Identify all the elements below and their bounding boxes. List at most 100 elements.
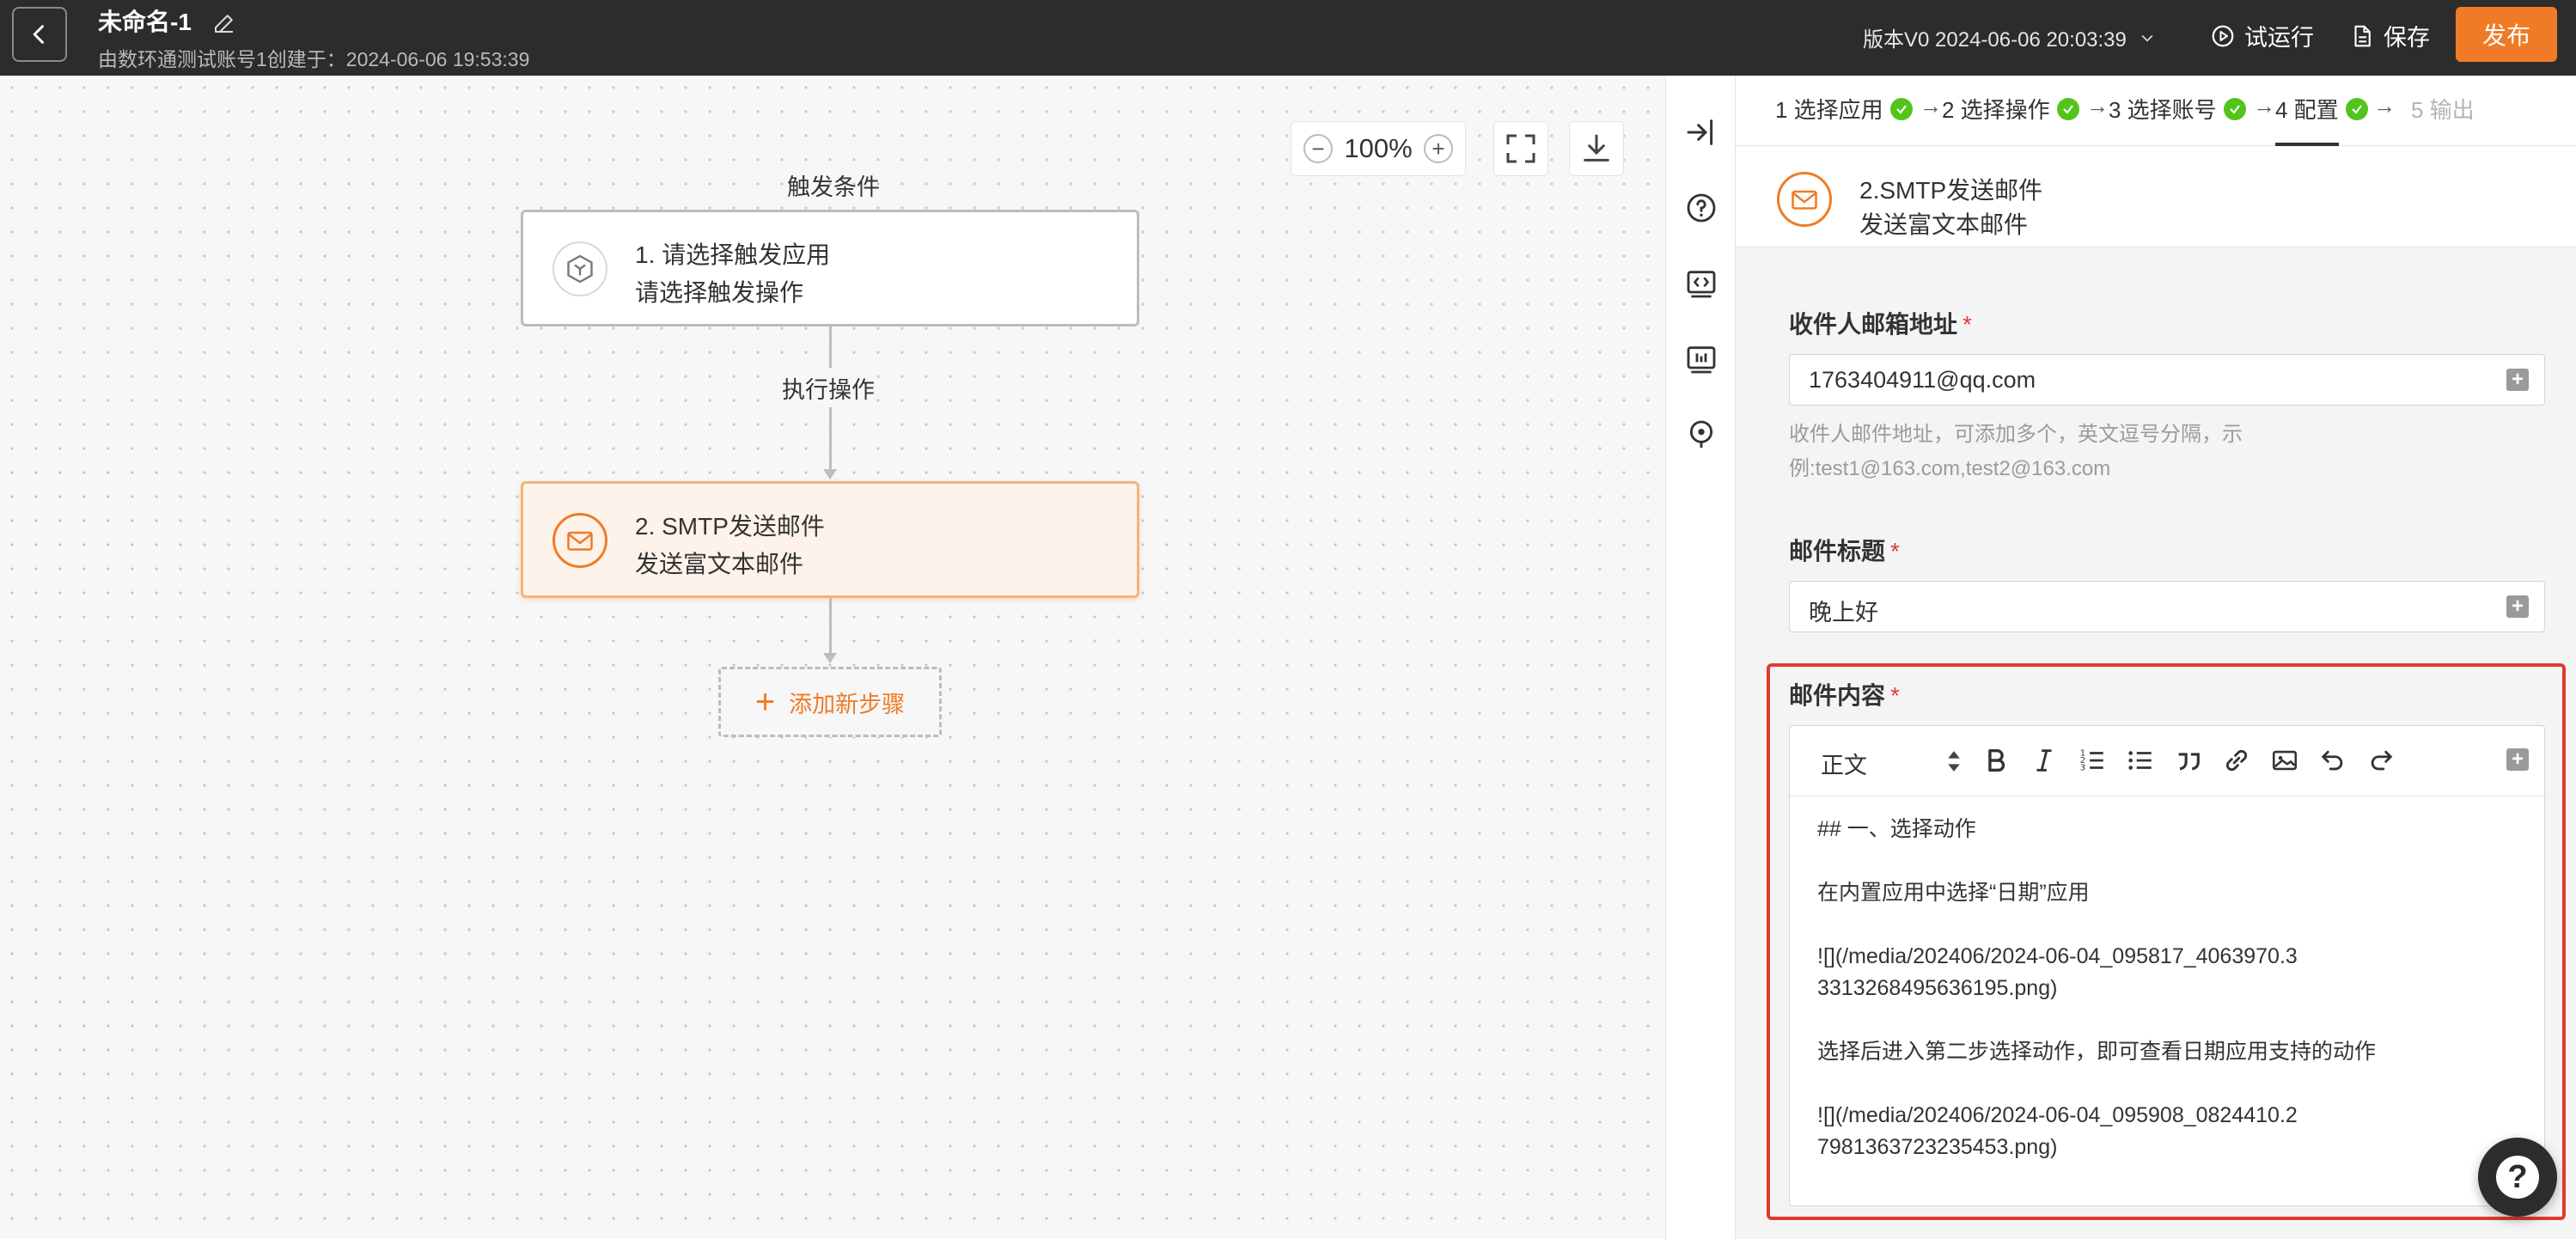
insert-variable-button[interactable]: + bbox=[2506, 748, 2529, 771]
insert-variable-button[interactable]: + bbox=[2506, 369, 2529, 391]
edit-icon[interactable] bbox=[211, 10, 237, 36]
trigger-node-title: 1. 请选择触发应用 bbox=[635, 241, 831, 268]
connector-arrow bbox=[823, 653, 837, 663]
location-icon bbox=[1689, 420, 1713, 448]
location-button[interactable] bbox=[1684, 418, 1718, 452]
created-info: 由数环通测试账号1创建于：2024-06-06 19:53:39 bbox=[98, 48, 530, 70]
text-format-select[interactable]: 正文 bbox=[1821, 747, 1867, 780]
zoom-out-button[interactable]: − bbox=[1303, 134, 1333, 163]
zoom-in-button[interactable]: + bbox=[1423, 134, 1453, 163]
download-icon bbox=[1584, 134, 1609, 162]
back-button[interactable] bbox=[12, 7, 67, 62]
minus-icon: − bbox=[1311, 136, 1325, 162]
save-label: 保存 bbox=[2384, 25, 2430, 51]
publish-button[interactable]: 发布 bbox=[2456, 7, 2557, 62]
check-icon bbox=[1889, 97, 1913, 120]
subject-label: 邮件标题 * bbox=[1789, 538, 1900, 565]
mail-icon bbox=[1792, 190, 1817, 210]
connector-arrow bbox=[823, 469, 837, 479]
action-title: 2.SMTP发送邮件 bbox=[1859, 177, 2043, 204]
recipient-label: 收件人邮箱地址 * bbox=[1789, 311, 1972, 338]
version-label: 版本V0 2024-06-06 20:03:39 bbox=[1863, 28, 2127, 52]
help-button[interactable] bbox=[1684, 191, 1718, 225]
required-mark: * bbox=[1963, 311, 1972, 338]
step-label: 3 选择账号 bbox=[2109, 97, 2217, 123]
save-button[interactable]: 保存 bbox=[2349, 19, 2430, 52]
add-step-label: 添加新步骤 bbox=[789, 691, 906, 717]
required-mark: * bbox=[1890, 538, 1900, 565]
step-label: 4 配置 bbox=[2275, 97, 2339, 123]
bullet-list-icon[interactable] bbox=[2125, 745, 2156, 776]
plus-icon: + bbox=[754, 683, 776, 721]
action-section-label: 执行操作 bbox=[780, 371, 876, 405]
step-output[interactable]: 5 输出 bbox=[2411, 93, 2475, 125]
trigger-node[interactable]: 1. 请选择触发应用 请选择触发操作 bbox=[521, 210, 1139, 327]
top-bar: 未命名-1 由数环通测试账号1创建于：2024-06-06 19:53:39 版… bbox=[0, 0, 2576, 76]
connector-line bbox=[829, 407, 832, 471]
quote-icon[interactable] bbox=[2173, 745, 2204, 776]
bold-icon[interactable] bbox=[1981, 745, 2011, 776]
redo-icon[interactable] bbox=[2365, 745, 2396, 776]
check-icon bbox=[2056, 97, 2079, 120]
connector-line bbox=[829, 598, 832, 655]
insert-variable-button[interactable]: + bbox=[2506, 595, 2529, 618]
trigger-app-icon bbox=[552, 241, 607, 296]
sort-arrows-icon[interactable] bbox=[1944, 747, 1963, 776]
check-icon bbox=[2223, 97, 2246, 120]
trial-run-button[interactable]: 试运行 bbox=[2210, 19, 2314, 52]
required-mark: * bbox=[1890, 682, 1900, 709]
action-header: 2.SMTP发送邮件 发送富文本邮件 bbox=[1736, 146, 2576, 247]
flow-canvas[interactable]: − 100% + 触发条件 1. 请选择触发应用 请选择触发操作 执行操作 2.… bbox=[0, 76, 1665, 1239]
italic-icon[interactable] bbox=[2029, 745, 2060, 776]
fullscreen-button[interactable] bbox=[1493, 121, 1548, 176]
ordered-list-icon[interactable]: 123 bbox=[2077, 745, 2108, 776]
undo-icon[interactable] bbox=[2317, 745, 2348, 776]
chevron-left-icon bbox=[33, 25, 44, 44]
step-config[interactable]: 4 配置 bbox=[2275, 93, 2368, 125]
help-icon bbox=[1687, 193, 1716, 223]
code-button[interactable] bbox=[1684, 266, 1718, 301]
download-button[interactable] bbox=[1569, 121, 1624, 176]
document-icon bbox=[2354, 25, 2371, 46]
subject-value: 晚上好 bbox=[1809, 600, 1878, 626]
help-chat-button[interactable]: ? bbox=[2478, 1138, 2557, 1217]
content-paragraph: ![](/media/202406/2024-06-04_095908_0824… bbox=[1817, 1103, 2298, 1159]
arrow-right-icon: → bbox=[2086, 93, 2109, 119]
fullscreen-icon bbox=[1506, 134, 1535, 163]
cube-icon bbox=[567, 254, 593, 284]
chart-icon bbox=[1687, 346, 1716, 374]
recipient-email-field[interactable]: 1763404911@qq.com + bbox=[1789, 354, 2545, 406]
play-icon bbox=[2212, 25, 2234, 46]
logs-button[interactable] bbox=[1684, 342, 1718, 376]
action-subtitle: 发送富文本邮件 bbox=[1859, 211, 2029, 238]
step-select-app[interactable]: 1 选择应用 bbox=[1775, 93, 1913, 125]
version-select[interactable]: 版本V0 2024-06-06 20:03:39 bbox=[1863, 22, 2156, 52]
connector-line bbox=[829, 327, 832, 368]
subject-field[interactable]: 晚上好 + bbox=[1789, 581, 2545, 632]
recipient-value: 1763404911@qq.com bbox=[1809, 367, 2036, 393]
step-select-account[interactable]: 3 选择账号 bbox=[2109, 93, 2246, 125]
smtp-app-icon bbox=[1777, 172, 1832, 227]
collapse-panel-icon bbox=[1687, 119, 1713, 145]
svg-text:3: 3 bbox=[2080, 763, 2085, 772]
rich-text-editor[interactable]: 正文 123 + ## 一、选择动作 在内置应用中选择“日期”应用 ![](/m… bbox=[1789, 725, 2545, 1206]
flow-title: 未命名-1 bbox=[98, 9, 192, 35]
action-node-subtitle: 发送富文本邮件 bbox=[635, 551, 804, 577]
content-paragraph: ![](/media/202406/2024-06-04_095817_4063… bbox=[1817, 944, 2298, 1000]
collapse-panel-button[interactable] bbox=[1684, 115, 1718, 150]
image-icon[interactable] bbox=[2269, 745, 2300, 776]
trigger-node-subtitle: 请选择触发操作 bbox=[635, 279, 804, 306]
code-icon bbox=[1687, 271, 1716, 298]
zoom-level: 100% bbox=[1344, 133, 1413, 163]
smtp-action-node[interactable]: 2. SMTP发送邮件 发送富文本邮件 bbox=[521, 481, 1139, 598]
arrow-right-icon: → bbox=[2253, 93, 2275, 119]
step-label: 2 选择操作 bbox=[1942, 97, 2050, 123]
action-node-title: 2. SMTP发送邮件 bbox=[635, 513, 825, 540]
add-step-button[interactable]: + 添加新步骤 bbox=[718, 667, 942, 737]
step-select-action[interactable]: 2 选择操作 bbox=[1942, 93, 2079, 125]
editor-content[interactable]: ## 一、选择动作 在内置应用中选择“日期”应用 ![](/media/2024… bbox=[1817, 814, 2522, 1195]
step-label: 1 选择应用 bbox=[1775, 97, 1883, 123]
editor-toolbar: 正文 123 + bbox=[1790, 726, 2544, 796]
link-icon[interactable] bbox=[2221, 745, 2252, 776]
chevron-down-icon bbox=[2141, 34, 2153, 42]
